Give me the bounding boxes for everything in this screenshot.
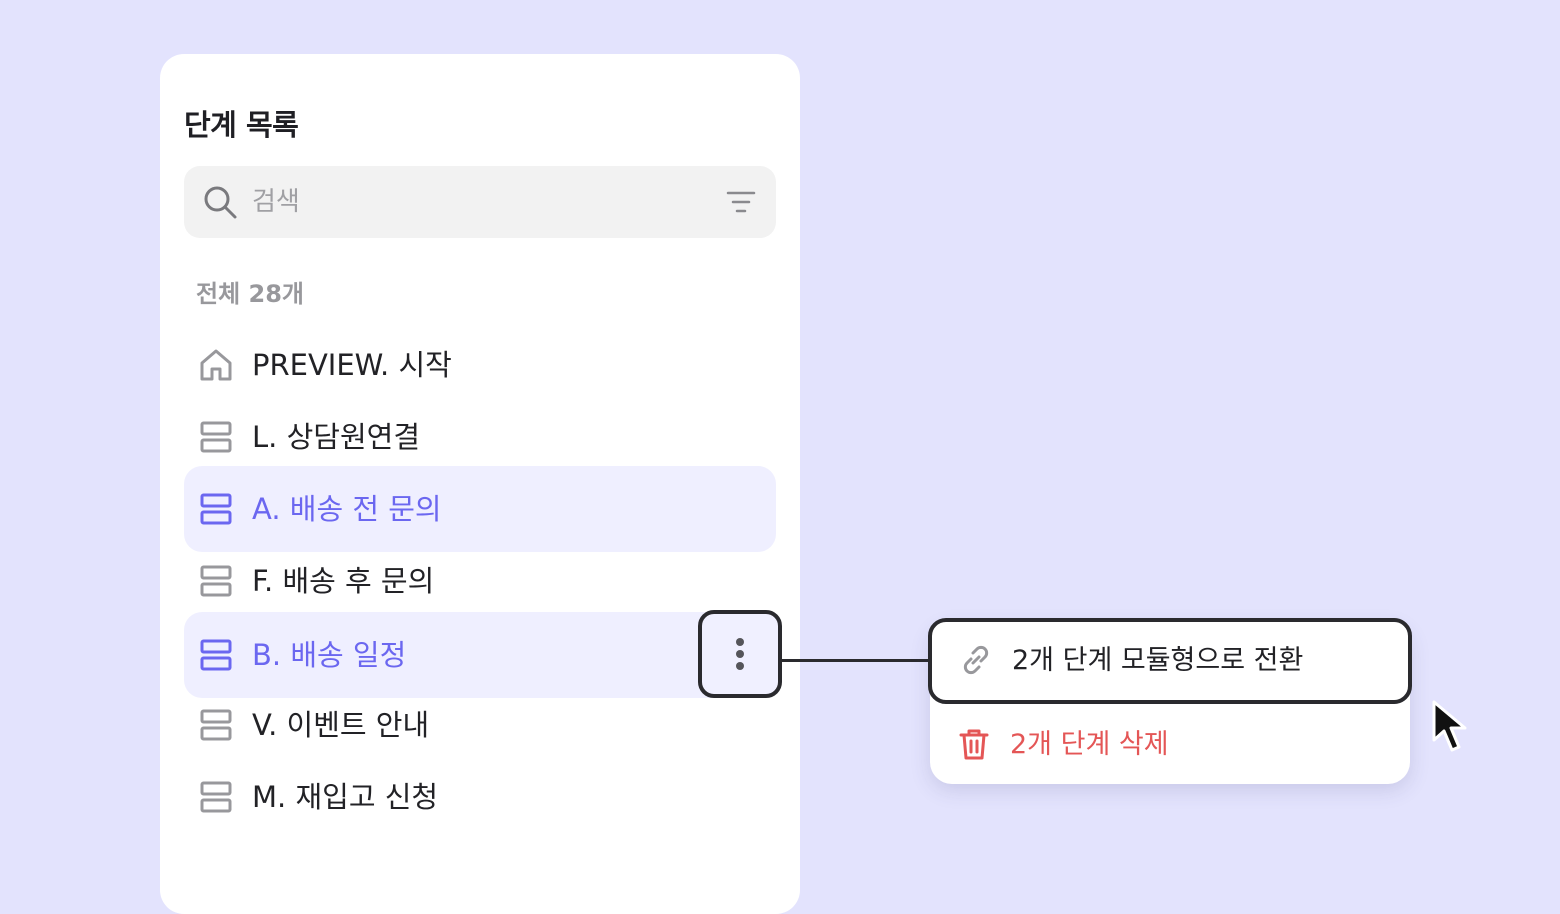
menu-item-label: 2개 단계 모듈형으로 전환 <box>1012 645 1304 676</box>
module-icon <box>200 781 232 813</box>
link-icon <box>963 645 989 675</box>
search-bar[interactable]: 검색 <box>184 166 776 238</box>
step-item-label: M. 재입고 신청 <box>252 780 439 814</box>
mouse-pointer-icon <box>1432 700 1467 752</box>
trash-icon <box>959 729 989 760</box>
module-icon <box>200 709 232 741</box>
search-icon <box>204 186 237 219</box>
step-item-m[interactable]: M. 재입고 신청 <box>184 754 776 840</box>
more-vertical-icon <box>736 650 744 658</box>
home-icon <box>200 349 232 381</box>
convert-to-module-menu-item[interactable]: 2개 단계 모듈형으로 전환 <box>928 618 1412 704</box>
module-icon <box>200 421 232 453</box>
delete-menu-item[interactable]: 2개 단계 삭제 <box>930 706 1410 784</box>
context-menu: 2개 단계 모듈형으로 전환 2개 단계 삭제 <box>928 618 1412 784</box>
more-vertical-icon <box>736 638 744 646</box>
module-icon <box>200 493 232 525</box>
module-icon <box>200 565 232 597</box>
callout-connector <box>780 659 932 662</box>
panel-title: 단계 목록 <box>184 108 299 142</box>
step-list-panel: 단계 목록 검색 전체 28개 PREVIEW. 시작 L. 상담원연결 A. … <box>160 54 800 914</box>
total-count-label: 전체 28개 <box>196 280 304 308</box>
more-options-button[interactable] <box>698 610 782 698</box>
more-vertical-icon <box>736 662 744 670</box>
module-icon <box>200 639 232 671</box>
menu-item-label: 2개 단계 삭제 <box>1010 729 1169 760</box>
search-input[interactable]: 검색 <box>252 184 300 220</box>
filter-icon[interactable] <box>726 188 756 216</box>
